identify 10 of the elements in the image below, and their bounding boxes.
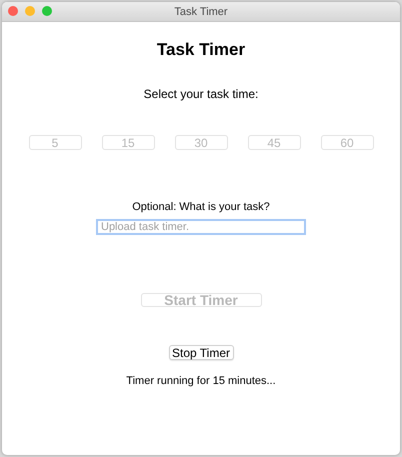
stop-timer-button[interactable]: Stop Timer	[168, 345, 234, 360]
minimize-button[interactable]	[25, 6, 35, 16]
task-input-field[interactable]: Upload task timer.	[96, 219, 306, 235]
close-button[interactable]	[8, 6, 18, 16]
time-prompt: Select your task time:	[144, 87, 258, 101]
window-title: Task Timer	[174, 6, 228, 18]
zoom-button[interactable]	[42, 6, 52, 16]
task-label: Optional: What is your task?	[132, 201, 270, 213]
status-text: Timer running for 15 minutes...	[126, 375, 276, 387]
app-heading: Task Timer	[156, 40, 246, 60]
